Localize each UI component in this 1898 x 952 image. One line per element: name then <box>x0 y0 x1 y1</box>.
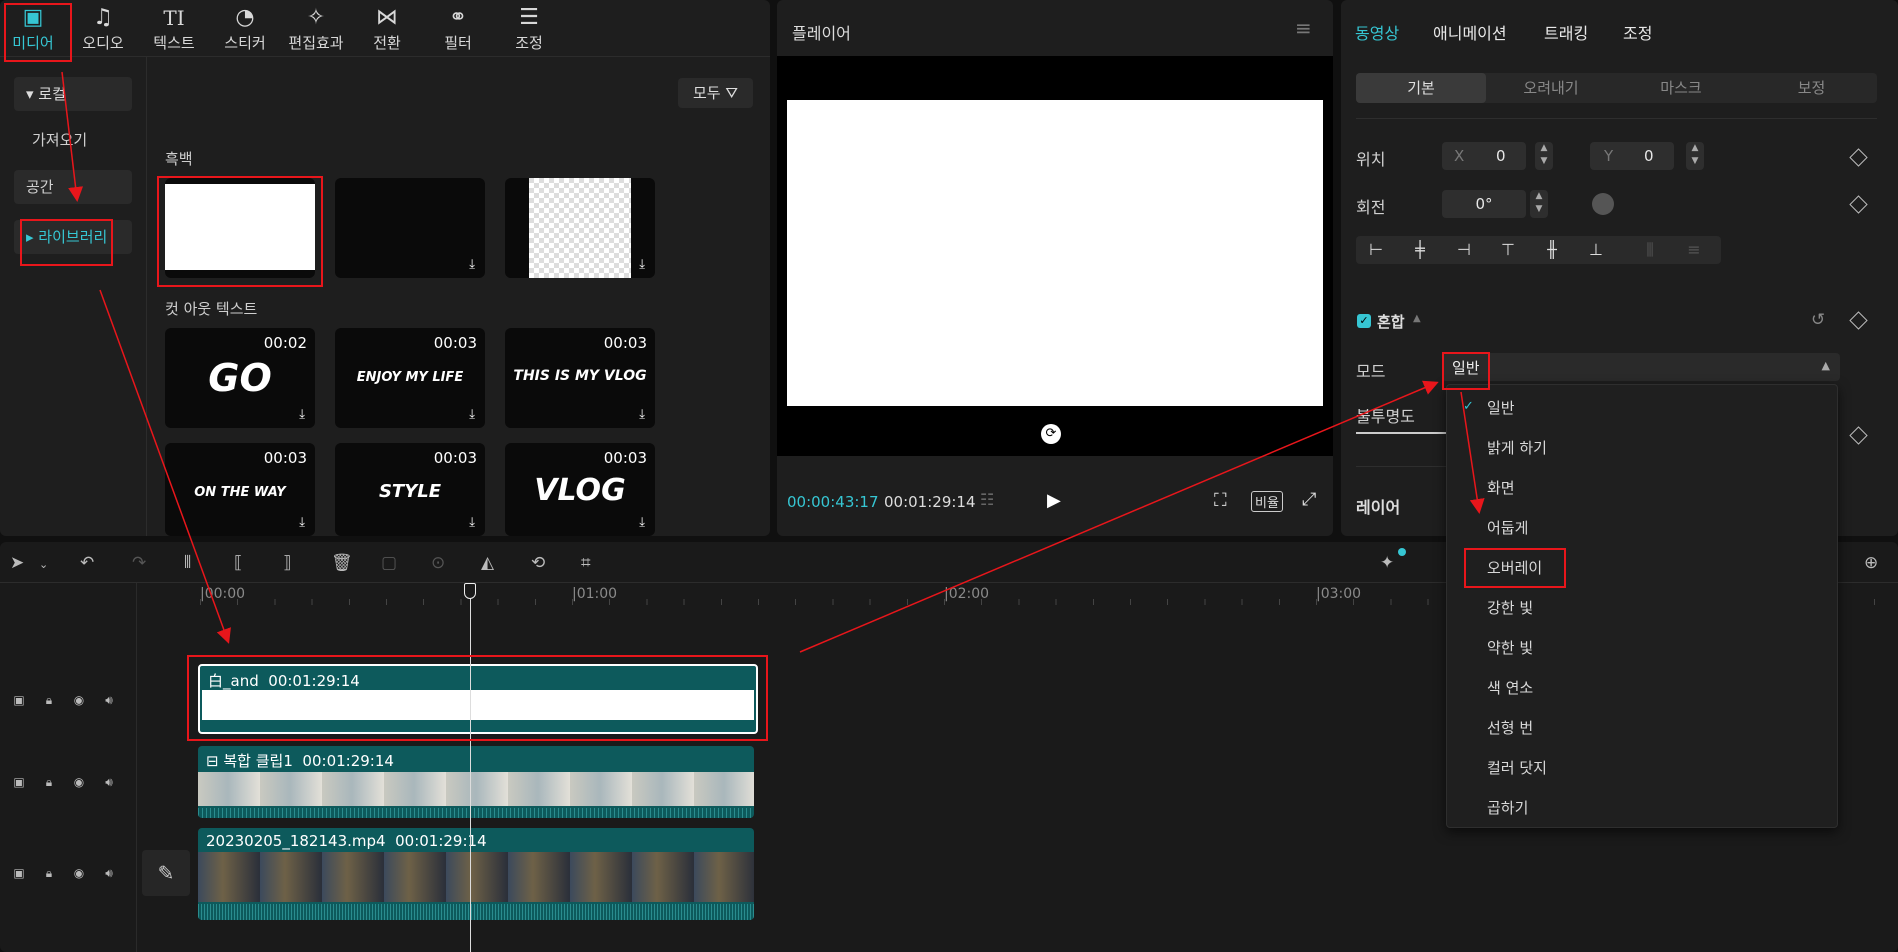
arrow-mode-to-overlay <box>1460 391 1485 514</box>
arrow-timeline-to-mode <box>799 380 1439 653</box>
arrow-library-to-timeline <box>99 289 231 644</box>
annotation-arrows <box>61 71 1485 653</box>
arrow-media-to-library <box>61 71 84 202</box>
